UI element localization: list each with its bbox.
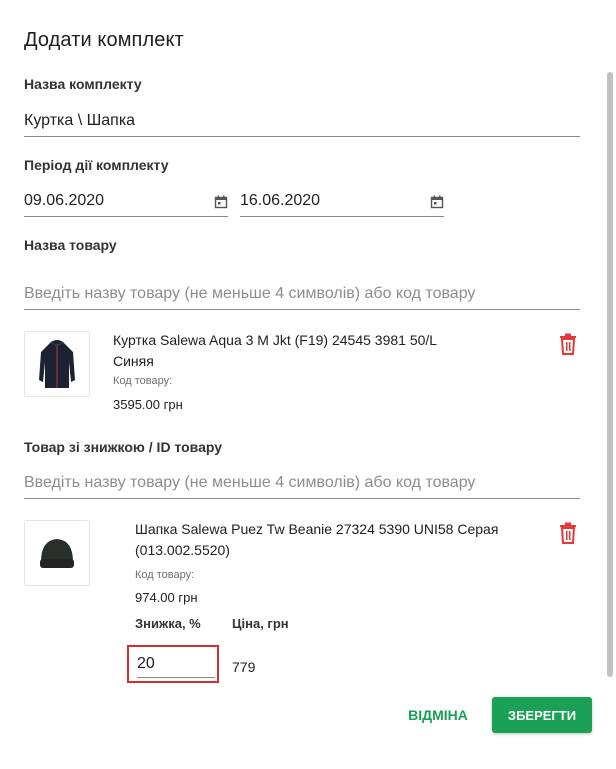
product-code-label: Код товару:	[113, 375, 173, 387]
start-date-input[interactable]: 09.06.2020	[24, 184, 228, 217]
add-kit-dialog: Додати комплект Назва комплекту Куртка \…	[0, 0, 616, 769]
calendar-icon[interactable]	[430, 195, 444, 209]
discount-percent-header: Знижка, %	[135, 616, 201, 631]
product-name-label: Назва товару	[24, 237, 117, 253]
kit-name-label: Назва комплекту	[24, 76, 142, 92]
discount-product-label: Товар зі знижкою / ID товару	[24, 439, 223, 455]
dialog-title: Додати комплект	[24, 29, 184, 51]
discounted-price-value: 779	[232, 659, 256, 675]
end-date-value: 16.06.2020	[240, 192, 321, 209]
product-name-line2: Синяя	[113, 353, 154, 369]
discount-percent-input[interactable]: 20	[137, 653, 215, 678]
product-image-jacket	[24, 331, 90, 397]
discount-product-code-label: Код товару:	[135, 569, 195, 581]
product-search-input[interactable]: Введіть назву товару (не меньше 4 символ…	[24, 277, 580, 310]
discount-product-search-placeholder: Введіть назву товару (не меньше 4 символ…	[24, 474, 476, 491]
scrollbar-thumb[interactable]	[607, 72, 613, 677]
product-price: 3595.00 грн	[113, 397, 183, 412]
save-button[interactable]: ЗБЕРЕГТИ	[492, 697, 592, 733]
price-header: Ціна, грн	[232, 616, 289, 631]
product-name: Куртка Salewa Aqua 3 M Jkt (F19) 24545 3…	[113, 330, 437, 372]
jacket-image	[39, 340, 75, 388]
cancel-button[interactable]: ВІДМІНА	[400, 697, 476, 733]
discount-product-name: Шапка Salewa Puez Tw Beanie 27324 5390 U…	[135, 519, 498, 561]
discount-product-name-line1: Шапка Salewa Puez Tw Beanie 27324 5390 U…	[135, 521, 499, 537]
kit-name-input[interactable]: Куртка \ Шапка	[24, 104, 580, 137]
discount-product-search-input[interactable]: Введіть назву товару (не меньше 4 символ…	[24, 466, 580, 499]
product-name-line1: Куртка Salewa Aqua 3 M Jkt (F19) 24545 3…	[113, 332, 438, 348]
discount-product-name-line2: (013.002.5520)	[135, 542, 230, 558]
discount-product-price: 974.00 грн	[135, 590, 198, 605]
end-date-input[interactable]: 16.06.2020	[240, 184, 444, 217]
delete-discount-product-trash-icon[interactable]	[559, 522, 577, 544]
discount-percent-value: 20	[137, 655, 155, 672]
delete-product-trash-icon[interactable]	[559, 333, 577, 355]
kit-name-value: Куртка \ Шапка	[24, 112, 136, 129]
period-label: Період дії комплекту	[24, 157, 169, 173]
beanie-image	[40, 539, 74, 568]
product-search-placeholder: Введіть назву товару (не меньше 4 символ…	[24, 285, 476, 302]
discount-highlight-box: 20	[127, 645, 219, 683]
product-image-beanie	[24, 520, 90, 586]
calendar-icon[interactable]	[214, 195, 228, 209]
start-date-value: 09.06.2020	[24, 192, 105, 209]
